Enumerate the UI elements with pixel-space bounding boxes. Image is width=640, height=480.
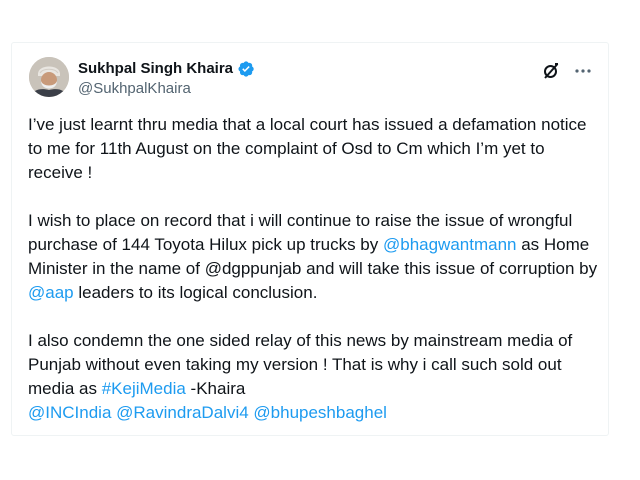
mention-link-aap[interactable]: @aap xyxy=(28,283,74,302)
tweet-paragraph-1: I’ve just learnt thru media that a local… xyxy=(28,115,587,182)
tweet-actions xyxy=(541,61,593,81)
mention-link-bhupeshbaghel[interactable]: @bhupeshbaghel xyxy=(253,403,387,422)
tweet-text: leaders to its logical conclusion. xyxy=(73,283,318,302)
hashtag-link-kejimedia[interactable]: #KejiMedia xyxy=(102,379,186,398)
tweet-paragraph-3: I also condemn the one sided relay of th… xyxy=(28,329,604,425)
tweet-paragraph-2: I wish to place on record that i will co… xyxy=(28,209,604,305)
author-name-row: Sukhpal Singh Khaira xyxy=(78,60,255,78)
mention-link-ravindradalvi4[interactable]: @RavindraDalvi4 xyxy=(116,403,249,422)
verified-badge-icon xyxy=(237,60,255,78)
grok-icon[interactable] xyxy=(541,61,561,81)
tweet-card: Sukhpal Singh Khaira @SukhpalKhaira I’ve… xyxy=(11,42,609,436)
more-options-icon[interactable] xyxy=(573,61,593,81)
avatar[interactable] xyxy=(29,57,69,97)
page: Sukhpal Singh Khaira @SukhpalKhaira I’ve… xyxy=(0,0,640,480)
author-display-name[interactable]: Sukhpal Singh Khaira xyxy=(78,60,233,78)
author-handle[interactable]: @SukhpalKhaira xyxy=(78,80,191,98)
avatar-image xyxy=(29,57,69,97)
tweet-body: I’ve just learnt thru media that a local… xyxy=(28,113,604,425)
mention-link-incindia[interactable]: @INCIndia xyxy=(28,403,111,422)
tweet-text: -Khaira xyxy=(185,379,246,398)
mention-link-bhagwantmann[interactable]: @bhagwantmann xyxy=(383,235,517,254)
